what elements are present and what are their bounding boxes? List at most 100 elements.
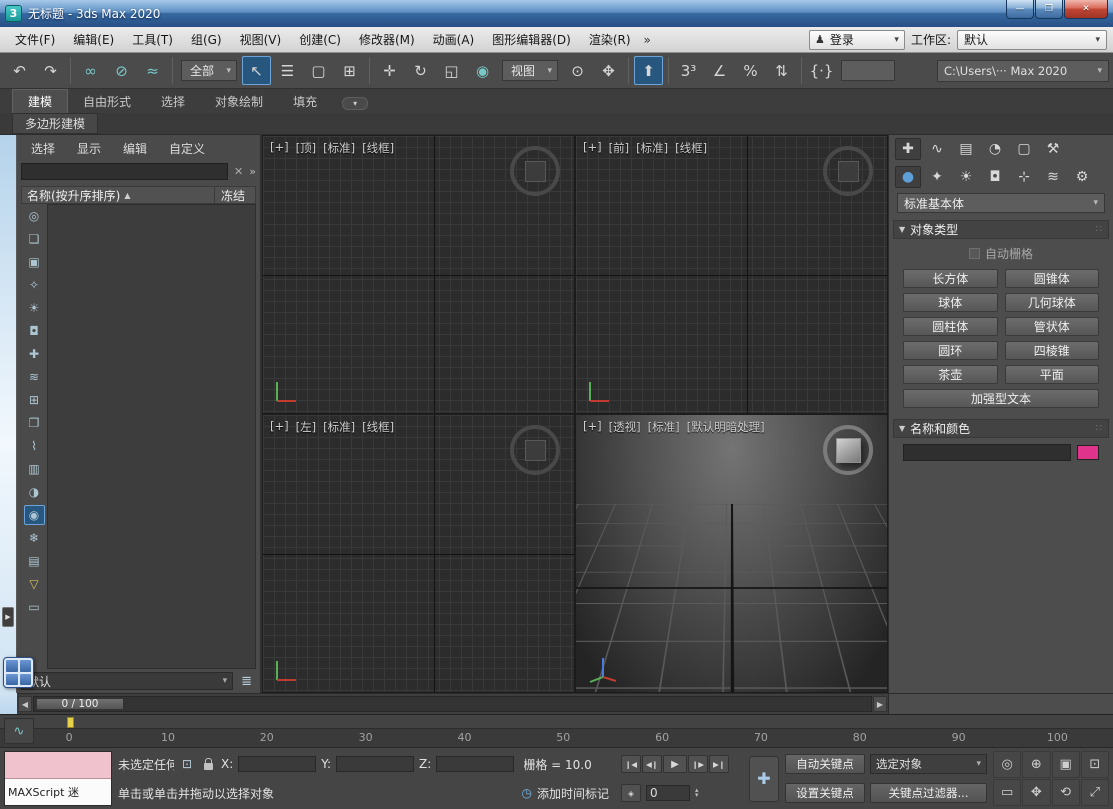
maximize-button[interactable]: ❐	[1035, 0, 1063, 19]
object-color-swatch[interactable]	[1077, 445, 1099, 460]
viewport-top[interactable]: [+] [顶] [标准] [线框]	[263, 136, 574, 413]
menu-item-file[interactable]: 文件(F)	[6, 27, 64, 52]
viewport-front[interactable]: [+] [前] [标准] [线框]	[576, 136, 887, 413]
zoom-button[interactable]: ◎	[993, 751, 1021, 778]
cone-button[interactable]: 圆锥体	[1005, 269, 1100, 288]
menu-item-create[interactable]: 创建(C)	[290, 27, 350, 52]
maximize-viewport-toggle[interactable]: ⤢	[1081, 779, 1109, 806]
ribbon-tab-modeling[interactable]: 建模	[12, 89, 68, 113]
menu-item-views[interactable]: 视图(V)	[231, 27, 291, 52]
modify-tab[interactable]: ∿	[924, 138, 950, 160]
viewport-general-menu[interactable]: [+]	[270, 140, 289, 156]
viewport-style-menu[interactable]: [标准]	[323, 140, 355, 156]
menu-item-graph-editors[interactable]: 图形编辑器(D)	[483, 27, 580, 52]
time-marker[interactable]	[67, 717, 74, 728]
explorer-tab-display[interactable]: 显示	[67, 138, 111, 159]
keyboard-shortcut-override-toggle[interactable]: ⬆	[634, 56, 663, 85]
select-and-link-button[interactable]: ∞	[76, 56, 105, 85]
display-hidden-button[interactable]: ◉	[24, 505, 45, 525]
object-type-rollout-header[interactable]: ▼ 对象类型 ∷	[893, 220, 1109, 239]
subcategory-dropdown[interactable]: 标准基本体 ▾	[897, 193, 1105, 213]
viewport-perspective[interactable]: [+] [透视] [标准] [默认明暗处理]	[576, 415, 887, 692]
auto-key-button[interactable]: 自动关键点	[785, 754, 865, 774]
viewport-general-menu[interactable]: [+]	[270, 419, 289, 435]
orbit-button[interactable]: ⟲	[1052, 779, 1080, 806]
percent-snap-toggle[interactable]: %	[736, 56, 765, 85]
viewport-shading-menu[interactable]: [默认明暗处理]	[687, 419, 765, 435]
viewport-shading-menu[interactable]: [线框]	[362, 140, 394, 156]
time-slider-track[interactable]: 0 / 100	[33, 696, 872, 712]
ribbon-tab-object-paint[interactable]: 对象绘制	[200, 90, 278, 113]
reference-coordinate-dropdown[interactable]: 视图▾	[502, 60, 558, 81]
clear-search-icon[interactable]: ✕	[232, 165, 245, 178]
frame-spinner[interactable]: ▴ ▾	[695, 788, 699, 798]
redo-button[interactable]: ↷	[36, 56, 65, 85]
viewport-shading-menu[interactable]: [线框]	[362, 419, 394, 435]
ribbon-tab-populate[interactable]: 填充	[278, 90, 332, 113]
previous-frame-button[interactable]: ◀❙	[642, 755, 662, 773]
z-coordinate-field[interactable]	[436, 756, 514, 772]
viewport-left[interactable]: [+] [左] [标准] [线框]	[263, 415, 574, 692]
y-coordinate-field[interactable]	[336, 756, 414, 772]
display-shapes-button[interactable]: ✧	[24, 275, 45, 295]
cylinder-button[interactable]: 圆柱体	[903, 317, 998, 336]
plane-button[interactable]: 平面	[1005, 365, 1100, 384]
track-bar[interactable]: ∿ 0102030405060708090100	[0, 714, 1113, 747]
open-mini-curve-editor-button[interactable]: ∿	[4, 718, 34, 744]
display-bones-button[interactable]: ⌇	[24, 436, 45, 456]
shapes-category[interactable]: ✦	[924, 166, 950, 188]
menu-item-animation[interactable]: 动画(A)	[424, 27, 484, 52]
layers-icon[interactable]: ≣	[237, 674, 256, 689]
select-and-rotate-button[interactable]: ↻	[406, 56, 435, 85]
workspace-dropdown[interactable]: 默认 ▾	[957, 30, 1107, 50]
tube-button[interactable]: 管状体	[1005, 317, 1100, 336]
display-space-warps-button[interactable]: ≋	[24, 367, 45, 387]
time-slider-prev-button[interactable]: ◀	[18, 696, 32, 712]
go-to-start-button[interactable]: ❙◀	[621, 755, 641, 773]
create-tab[interactable]: ✚	[895, 138, 921, 160]
viewcube[interactable]	[510, 146, 560, 196]
app-icon[interactable]: 3	[5, 5, 22, 22]
viewport-pov-menu[interactable]: [透视]	[609, 419, 641, 435]
viewcube-face[interactable]	[525, 161, 546, 182]
viewcube-face[interactable]	[838, 161, 859, 182]
select-and-manipulate-button[interactable]: ✥	[594, 56, 623, 85]
maxscript-listener-field[interactable]: MAXScript 迷	[5, 779, 111, 805]
display-groups-button[interactable]: ⊞	[24, 390, 45, 410]
column-name-header[interactable]: 名称(按升序排序)	[27, 187, 120, 204]
maxscript-mini-listener[interactable]: MAXScript 迷	[4, 751, 112, 806]
ribbon-subtab-polygon-modeling[interactable]: 多边形建模	[12, 113, 98, 134]
set-key-button[interactable]: 设置关键点	[785, 783, 865, 803]
window-crossing-toggle[interactable]: ⊞	[335, 56, 364, 85]
viewport-style-menu[interactable]: [标准]	[636, 140, 668, 156]
display-cameras-button[interactable]: ◘	[24, 321, 45, 341]
time-slider-next-button[interactable]: ▶	[873, 696, 887, 712]
viewcube[interactable]	[510, 425, 560, 475]
viewcube-face[interactable]	[836, 438, 861, 463]
go-to-end-button[interactable]: ▶❙	[709, 755, 729, 773]
zoom-extents-button[interactable]: ▣	[1052, 751, 1080, 778]
viewport-pov-menu[interactable]: [顶]	[296, 140, 316, 156]
isolate-selection-icon[interactable]: ⊡	[179, 757, 195, 771]
project-folder-dropdown[interactable]: C:\Users\··· Max 2020 ▾	[937, 60, 1109, 82]
select-and-place-button[interactable]: ◉	[468, 56, 497, 85]
hierarchy-tab[interactable]: ▤	[953, 138, 979, 160]
display-children-button[interactable]: ❏	[24, 229, 45, 249]
viewport-shading-menu[interactable]: [线框]	[675, 140, 707, 156]
play-button[interactable]: ▶	[663, 755, 687, 773]
menu-item-tools[interactable]: 工具(T)	[123, 27, 182, 52]
menu-item-modifiers[interactable]: 修改器(M)	[350, 27, 424, 52]
object-name-field[interactable]	[903, 444, 1071, 461]
ribbon-collapse-button[interactable]: ▾	[342, 97, 368, 110]
explorer-tab-customize[interactable]: 自定义	[159, 138, 215, 159]
motion-tab[interactable]: ◔	[982, 138, 1008, 160]
utilities-tab[interactable]: ⚒	[1040, 138, 1066, 160]
filter-funnel-button[interactable]: ▽	[24, 574, 45, 594]
selection-filter-dropdown[interactable]: 全部▾	[181, 60, 237, 81]
viewport-layout-icon[interactable]	[3, 657, 34, 688]
explorer-tab-select[interactable]: 选择	[21, 138, 65, 159]
title-bar[interactable]: 3 无标题 - 3ds Max 2020 — ❐ ✕	[0, 0, 1113, 27]
viewcube[interactable]	[823, 425, 873, 475]
zoom-region-button[interactable]: ▭	[993, 779, 1021, 806]
menu-item-group[interactable]: 组(G)	[182, 27, 231, 52]
